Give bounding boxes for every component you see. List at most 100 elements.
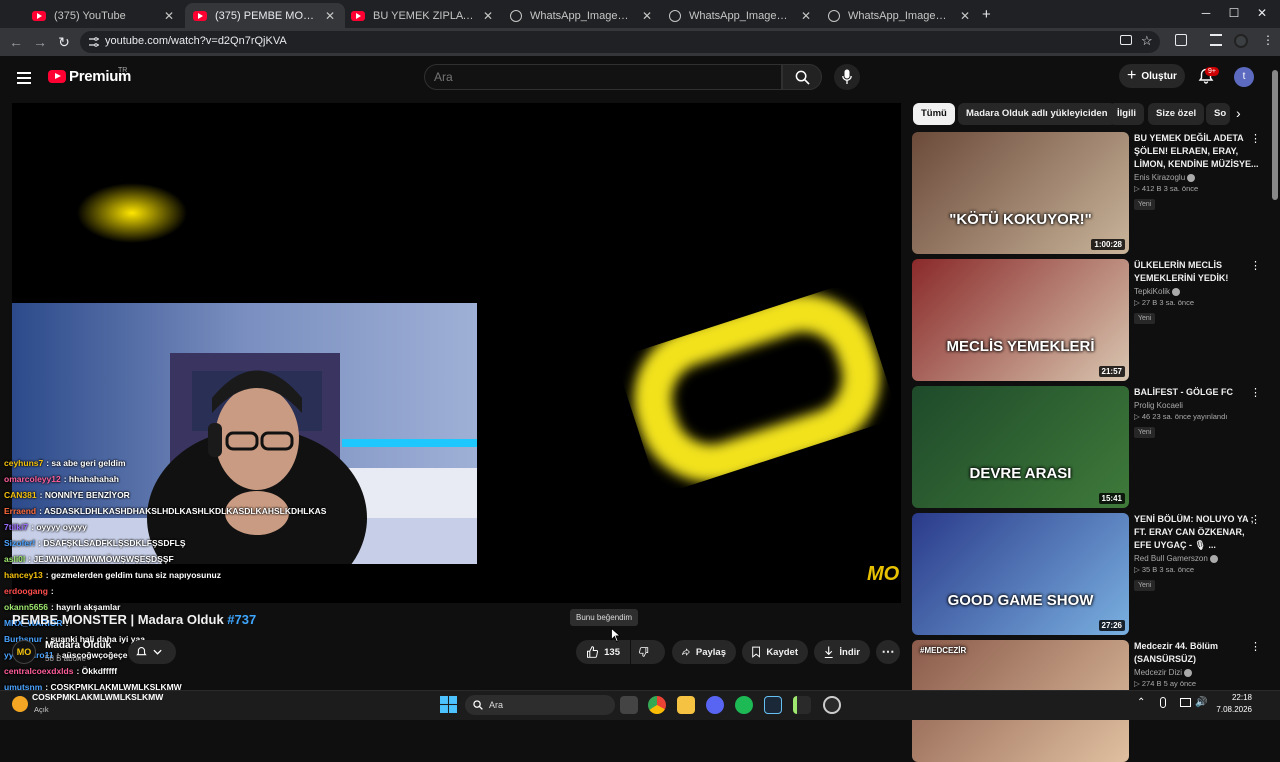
recommendation-title[interactable]: BU YEMEK DEĞİL ADETA ŞÖLEN! ELRAEN, ERAY… — [1134, 132, 1259, 171]
download-icon — [824, 646, 833, 659]
browser-tab[interactable]: (375) PEMBE MONSTER | Madara Olduk ✕ — [185, 3, 345, 28]
menu-icon[interactable] — [17, 72, 31, 87]
recommendation-title[interactable]: ÜLKELERİN MECLİS YEMEKLERİNİ YEDİK! — [1134, 259, 1259, 285]
video-thumbnail[interactable]: "KÖTÜ KOKUYOR!" 1:00:28 — [912, 132, 1129, 254]
chat-username: erdoogang — [4, 586, 48, 596]
more-options-icon[interactable]: ⋮ — [1250, 386, 1261, 399]
forward-icon[interactable]: → — [32, 34, 48, 50]
weather-icon — [12, 696, 28, 712]
filter-chip[interactable]: So — [1206, 103, 1230, 125]
dislike-button[interactable] — [631, 640, 665, 664]
youtube-logo-icon[interactable] — [48, 70, 66, 83]
maximize-button[interactable]: ☐ — [1224, 6, 1244, 20]
reading-list-icon[interactable] — [1210, 34, 1222, 46]
recommendation-title[interactable]: YENİ BÖLÜM: NOLUYO YA ; FT. ERAY CAN ÖZK… — [1134, 513, 1259, 552]
recommendation-title[interactable]: BALİFEST - GÖLGE FC — [1134, 386, 1259, 399]
recommendation-item[interactable]: DEVRE ARASI 15:41 BALİFEST - GÖLGE FC Proli… — [912, 386, 1262, 508]
tray-mic-icon[interactable] — [1160, 697, 1166, 708]
more-options-icon[interactable]: ⋮ — [1250, 513, 1261, 526]
recommendation-channel[interactable]: Enis Kirazoglu — [1134, 173, 1259, 182]
media-player-icon[interactable] — [793, 696, 811, 714]
scrollbar-thumb[interactable] — [1272, 70, 1278, 200]
windows-start-icon[interactable] — [440, 696, 457, 713]
account-avatar[interactable]: t — [1234, 67, 1254, 87]
tray-chevron-icon[interactable]: ⌃ — [1137, 697, 1145, 708]
tab-close-icon[interactable]: ✕ — [323, 9, 337, 23]
search-button[interactable] — [782, 64, 822, 90]
reload-icon[interactable]: ↻ — [56, 34, 72, 50]
chips-next-icon[interactable]: › — [1236, 105, 1241, 121]
more-actions-button[interactable]: ⋯ — [876, 640, 900, 664]
voice-search-button[interactable] — [834, 64, 860, 90]
recommendation-item[interactable]: GOOD GAME SHOW 27:26 YENİ BÖLÜM: NOLUYO YA… — [912, 513, 1262, 635]
like-button[interactable]: 135 — [576, 640, 630, 664]
os-taskbar — [0, 690, 1280, 720]
search-input[interactable] — [434, 70, 754, 84]
taskbar-date[interactable]: 7.08.2026 — [1205, 705, 1252, 714]
recommendation-channel[interactable]: Medcezir Dizi — [1134, 668, 1259, 677]
browser-tab[interactable]: (375) YouTube ✕ — [24, 3, 184, 28]
chat-message: centralcoexdxlds: Ökkdfffff — [0, 663, 470, 679]
filter-chip[interactable]: İlgili — [1109, 103, 1144, 125]
browser-menu-icon[interactable]: ⋮ — [1262, 33, 1274, 47]
taskbar-search[interactable]: Ara — [465, 695, 615, 715]
video-thumbnail[interactable]: MECLİS YEMEKLERİ 21:57 — [912, 259, 1129, 381]
browser-tab[interactable]: WhatsApp_Image_2026-08-07_ ✕ — [820, 3, 980, 28]
close-window-button[interactable]: ✕ — [1252, 6, 1272, 20]
recommendation-item[interactable]: "KÖTÜ KOKUYOR!" 1:00:28 BU YEMEK DEĞİL ADE… — [912, 132, 1262, 254]
tray-network-icon[interactable] — [1180, 698, 1191, 707]
discord-icon[interactable] — [706, 696, 724, 714]
duration-badge: 15:41 — [1098, 493, 1125, 504]
tab-close-icon[interactable]: ✕ — [799, 9, 813, 23]
more-options-icon[interactable]: ⋮ — [1250, 132, 1261, 145]
new-tab-button[interactable]: + — [982, 6, 991, 23]
browser-tab[interactable]: BU YEMEK ZIPLATIR! ELRAEN, ERAY ✕ — [343, 3, 503, 28]
recommendation-channel[interactable]: Prolig Kocaeli — [1134, 401, 1259, 410]
recommendation-channel[interactable]: TepkiKolik — [1134, 287, 1259, 296]
video-hashtag[interactable]: #737 — [227, 612, 256, 627]
subscribed-button[interactable] — [128, 640, 176, 664]
recommendation-item[interactable]: #MEDCEZİR Medcezir 44. Bölüm (SANSÜRSÜZ) M… — [912, 640, 1262, 762]
taskbar-time[interactable]: 22:18 — [1222, 693, 1252, 702]
filter-chip[interactable]: Madara Olduk adlı yükleyiciden — [958, 103, 1116, 125]
steam-icon[interactable] — [764, 696, 782, 714]
browser-tab[interactable]: WhatsApp_Image_2026-08-07_ ✕ — [661, 3, 821, 28]
save-button[interactable]: Kaydet — [742, 640, 808, 664]
steelseries-icon[interactable] — [823, 696, 841, 714]
create-button[interactable]: + Oluştur — [1119, 64, 1185, 88]
video-thumbnail[interactable]: DEVRE ARASI 15:41 — [912, 386, 1129, 508]
channel-avatar[interactable]: MO — [12, 640, 36, 664]
recommendation-meta: ▷ 274 B 5 ay önce — [1134, 679, 1259, 688]
taskbar-widget-text[interactable]: COSKPMKLAKMLWMLKSLKMW — [32, 692, 163, 702]
tab-close-icon[interactable]: ✕ — [481, 9, 495, 23]
new-badge: Yeni — [1134, 427, 1156, 438]
filter-chip[interactable]: Size özel — [1148, 103, 1205, 125]
task-view-icon[interactable] — [620, 696, 638, 714]
video-title-text: PEMBE MONSTER | Madara Olduk — [12, 612, 224, 627]
profile-icon[interactable] — [1234, 34, 1248, 48]
browser-tab[interactable]: WhatsApp_Image_2026-08-07_ ✕ — [502, 3, 662, 28]
tab-close-icon[interactable]: ✕ — [162, 9, 176, 23]
filter-chip[interactable]: Tümü — [913, 103, 955, 125]
minimize-button[interactable]: ─ — [1196, 6, 1216, 20]
channel-name[interactable]: Madara Olduk — [45, 640, 111, 651]
chrome-icon[interactable] — [648, 696, 666, 714]
recommendation-channel[interactable]: Red Bull Gamerszon — [1134, 554, 1259, 563]
extensions-icon[interactable] — [1175, 34, 1187, 46]
tab-close-icon[interactable]: ✕ — [958, 9, 972, 23]
download-button[interactable]: İndir — [814, 640, 870, 664]
tab-close-icon[interactable]: ✕ — [640, 9, 654, 23]
share-button[interactable]: Paylaş — [672, 640, 736, 664]
cast-icon[interactable] — [1120, 35, 1132, 45]
globe-icon — [510, 9, 522, 22]
site-info-icon[interactable] — [88, 36, 100, 48]
recommendation-item[interactable]: MECLİS YEMEKLERİ 21:57 ÜLKELERİN MECLİS YE… — [912, 259, 1262, 381]
recommendation-title[interactable]: Medcezir 44. Bölüm (SANSÜRSÜZ) — [1134, 640, 1259, 666]
back-icon[interactable]: ← — [8, 34, 24, 50]
video-thumbnail[interactable]: GOOD GAME SHOW 27:26 — [912, 513, 1129, 635]
more-options-icon[interactable]: ⋮ — [1250, 640, 1261, 653]
spotify-icon[interactable] — [735, 696, 753, 714]
file-explorer-icon[interactable] — [677, 696, 695, 714]
more-options-icon[interactable]: ⋮ — [1250, 259, 1261, 272]
bookmark-star-icon[interactable]: ☆ — [1141, 33, 1153, 49]
